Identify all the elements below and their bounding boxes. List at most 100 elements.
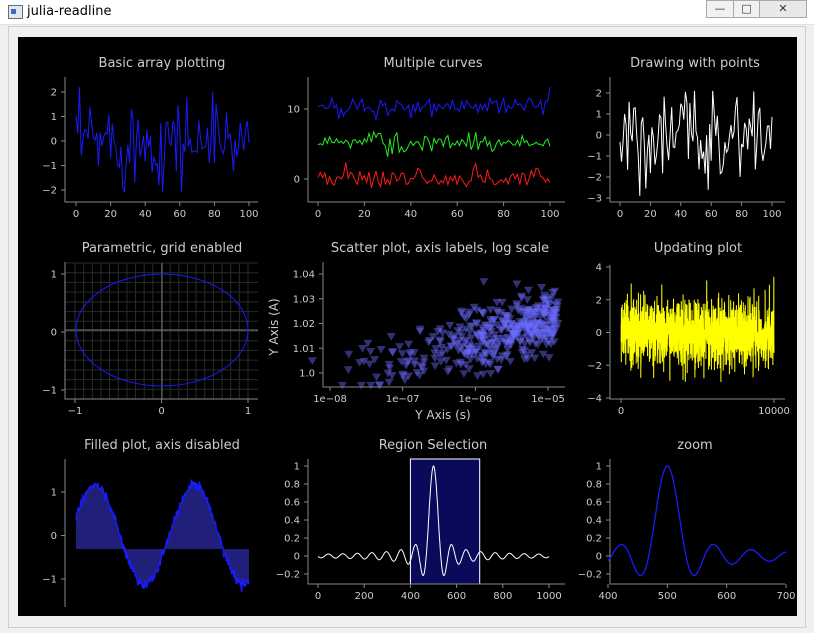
x-tick-label: 1e−07: [386, 394, 420, 405]
x-tick-label: 60: [705, 209, 718, 220]
y-tick-label: 1: [294, 462, 300, 473]
scatter-point: [530, 354, 540, 363]
y-tick-label: −2: [587, 361, 602, 372]
y-tick-label: 10: [287, 105, 300, 116]
y-tick-label: 0.6: [586, 498, 602, 509]
x-tick-label: 100: [540, 209, 559, 220]
maximize-button[interactable]: □: [733, 0, 760, 18]
x-tick-label: 100: [239, 209, 258, 220]
x-tick-label: 80: [735, 209, 748, 220]
y-tick-label: 4: [596, 263, 602, 274]
scatter-point: [388, 348, 397, 356]
x-tick-label: 1000: [536, 591, 561, 602]
scatter-point: [366, 381, 376, 390]
plot-basic-array[interactable]: Basic array plotting 0 20 40 60 80 100 2 1 0 −1 −…: [42, 56, 258, 220]
plot-zoom[interactable]: zoom 400 500 600 700 1 0.8 0.6 0.4 0.2 0 −0.2: [578, 438, 796, 602]
plot-filled[interactable]: Filled plot, axis disabled 1 0 −1: [42, 438, 250, 607]
plot-region-selection[interactable]: Region Selection 0 200 400 600 800 1000 1 0.8 0…: [276, 438, 565, 602]
scatter-point: [376, 346, 386, 354]
y-tick-label: −1: [42, 575, 57, 586]
y-tick-label: −0.2: [578, 570, 602, 581]
minimize-button[interactable]: —: [706, 0, 734, 18]
y-tick-label: 0: [51, 328, 57, 339]
data-series: [75, 87, 250, 193]
scatter-point: [337, 381, 347, 390]
plot-title: Filled plot, axis disabled: [84, 438, 240, 453]
y-tick-label: 1.04: [293, 270, 315, 281]
x-axis-label: Y Axis (s): [414, 408, 470, 422]
plot-title: Scatter plot, axis labels, log scale: [331, 241, 549, 256]
x-tick-label: 800: [493, 591, 512, 602]
y-tick-label: 1: [596, 110, 602, 121]
plot-multiple-curves[interactable]: Multiple curves 0 20 40 60 80 100 10 0: [287, 56, 565, 220]
y-tick-label: −4: [587, 394, 602, 405]
x-tick-label: 1: [245, 406, 251, 417]
window-title: julia-readline: [27, 4, 112, 19]
x-tick-label: 20: [104, 209, 117, 220]
y-tick-label: 1.01: [293, 344, 315, 355]
scatter-point: [365, 360, 375, 369]
y-ticks: 2 1 0 −1 −2: [42, 88, 65, 197]
y-tick-label: 0.6: [284, 498, 300, 509]
x-tick-label: 500: [658, 591, 677, 602]
plot-title: Drawing with points: [630, 56, 760, 71]
x-tick-label: 10000: [758, 406, 790, 417]
close-button[interactable]: ✕: [759, 0, 807, 18]
plot-drawing-points[interactable]: Drawing with points 0 20 40 60 80 100 2 1 0 −1 −2…: [587, 56, 785, 220]
x-tick-label: 600: [447, 591, 466, 602]
plot-canvas[interactable]: Basic array plotting 0 20 40 60 80 100 2 1 0 −1−…: [18, 37, 797, 616]
x-ticks: 0 10000: [618, 399, 790, 417]
x-tick-label: 20: [644, 209, 657, 220]
x-tick-label: 80: [497, 209, 510, 220]
scatter-point: [544, 354, 554, 362]
plot-scatter-log[interactable]: Scatter plot, axis labels, log scale 1e−…: [267, 241, 565, 422]
scatter-point: [430, 362, 440, 371]
scatter-point: [493, 365, 503, 374]
x-tick-label: 20: [358, 209, 371, 220]
y-tick-label: 0: [596, 552, 602, 563]
y-tick-label: 0: [294, 552, 300, 563]
scatter-point: [512, 280, 522, 289]
scatter-point: [343, 366, 353, 374]
x-tick-label: 1e−06: [459, 394, 493, 405]
y-tick-label: 0.2: [586, 534, 602, 545]
plot-parametric[interactable]: Parametric, grid enabled −1 0 1 1 0 −1: [42, 241, 258, 417]
title-bar[interactable]: julia-readline — □ ✕: [0, 0, 814, 25]
x-ticks: 0 20 40 60 80 100: [315, 202, 560, 220]
plot-title: zoom: [677, 438, 712, 453]
x-tick-label: 0: [315, 591, 321, 602]
filled-area: [76, 479, 249, 593]
y-tick-label: 0: [596, 131, 602, 142]
app-window: julia-readline — □ ✕ Basic array plottin…: [0, 0, 814, 633]
y-tick-label: 0.8: [284, 480, 300, 491]
y-ticks: 2 1 0 −1 −2 −3: [587, 89, 610, 205]
y-tick-label: 1: [596, 462, 602, 473]
y-tick-label: 2: [596, 89, 602, 100]
y-tick-label: 0.8: [586, 480, 602, 491]
scatter-point: [386, 333, 396, 341]
plot-updating[interactable]: Updating plot 0 10000 4 2 0 −2 −4: [587, 241, 790, 417]
y-tick-label: 2: [596, 295, 602, 306]
x-tick-label: 600: [717, 591, 736, 602]
y-tick-label: 0: [51, 137, 57, 148]
x-tick-label: 700: [776, 591, 795, 602]
x-tick-label: 400: [598, 591, 617, 602]
y-tick-label: 0: [596, 328, 602, 339]
scatter-point: [461, 315, 471, 323]
axes-frame: [609, 459, 785, 585]
series-green: [317, 130, 551, 157]
scatter-point: [307, 357, 317, 365]
x-tick-label: 60: [451, 209, 464, 220]
x-tick-label: 0: [315, 209, 321, 220]
y-axis-label: Y Axis (A): [267, 298, 281, 356]
y-tick-label: 1: [51, 488, 57, 499]
data-series: [607, 465, 787, 577]
y-ticks: 1 0 −1: [42, 488, 65, 586]
y-tick-label: 1.03: [293, 294, 315, 305]
x-tick-label: 60: [173, 209, 186, 220]
y-ticks: 1 0.8 0.6 0.4 0.2 0 −0.2: [578, 462, 610, 581]
x-ticks: 400 500 600 700: [598, 584, 796, 602]
y-tick-label: 1: [51, 270, 57, 281]
scatter-point: [486, 370, 496, 378]
figure-svg: Basic array plotting 0 20 40 60 80 100 210−1−…: [42, 56, 796, 607]
